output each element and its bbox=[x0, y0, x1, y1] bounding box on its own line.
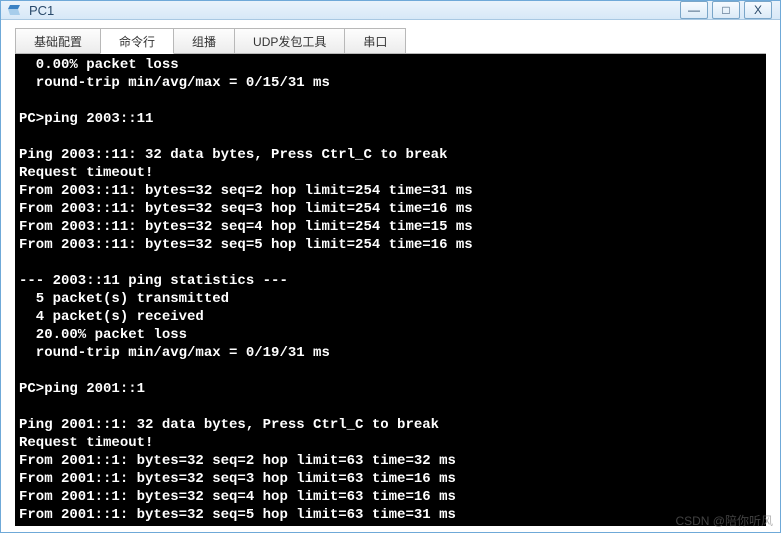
close-button[interactable]: X bbox=[744, 1, 772, 19]
terminal[interactable]: 0.00% packet loss round-trip min/avg/max… bbox=[15, 54, 766, 526]
tab-udp-tool[interactable]: UDP发包工具 bbox=[234, 28, 345, 54]
maximize-button[interactable]: □ bbox=[712, 1, 740, 19]
terminal-container: 0.00% packet loss round-trip min/avg/max… bbox=[1, 54, 780, 540]
window-title: PC1 bbox=[29, 3, 676, 18]
minimize-button[interactable]: — bbox=[680, 1, 708, 19]
tab-bar: 基础配置 命令行 组播 UDP发包工具 串口 bbox=[1, 20, 780, 54]
titlebar[interactable]: PC1 — □ X bbox=[1, 1, 780, 20]
tab-multicast[interactable]: 组播 bbox=[173, 28, 235, 54]
tab-basic-config[interactable]: 基础配置 bbox=[15, 28, 101, 54]
app-window: PC1 — □ X 基础配置 命令行 组播 UDP发包工具 串口 0.00% p… bbox=[0, 0, 781, 533]
tab-serial[interactable]: 串口 bbox=[344, 28, 406, 54]
app-icon bbox=[7, 2, 23, 18]
tab-cli[interactable]: 命令行 bbox=[100, 28, 174, 54]
